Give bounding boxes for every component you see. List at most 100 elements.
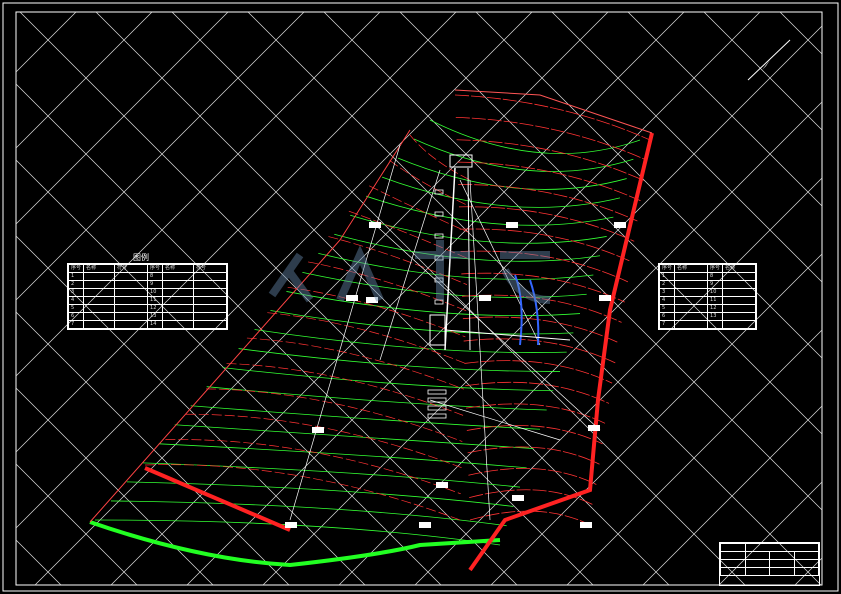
legend-header-cell: 序号 (67, 264, 85, 273)
contour-line (465, 403, 606, 425)
legend-cell (722, 312, 757, 321)
contour-line (270, 310, 574, 335)
legend-cell: 5 (658, 304, 676, 313)
title-block-cell (769, 559, 795, 568)
survey-line (429, 399, 561, 441)
legend-cell: 1 (658, 272, 676, 281)
legend-cell (674, 304, 709, 313)
title-block-cell (769, 567, 795, 576)
legend-left-table: 序号 名称 符号 序号 名称 符号 1 8 2 9 3 10 4 11 5 12 6 13 7 14 (67, 264, 228, 329)
legend-cell (707, 320, 724, 329)
grid-line (15, 11, 153, 149)
legend-cell: 12 (707, 304, 724, 313)
legend-cell: 8 (147, 272, 164, 281)
grid-line (323, 11, 823, 511)
legend-cell (674, 296, 709, 305)
legend-cell (83, 304, 116, 313)
survey-marker (512, 495, 524, 501)
ore-pass (429, 314, 446, 346)
grid-line (490, 253, 823, 586)
legend-cell (722, 304, 757, 313)
survey-marker (479, 295, 491, 301)
legend-cell (114, 280, 149, 289)
legend-header-cell: 名称 (162, 264, 195, 273)
legend-cell: 10 (707, 288, 724, 297)
survey-marker (369, 222, 381, 228)
legend-cell: 4 (658, 296, 676, 305)
legend-cell: 14 (147, 320, 164, 329)
legend-right: 序号 名称 序号 名称 1 8 2 9 3 10 4 11 5 12 6 13 7 (658, 263, 758, 330)
legend-cell (162, 288, 195, 297)
grid-line (551, 11, 823, 283)
legend-cell: 2 (658, 280, 676, 289)
legend-cell (83, 272, 116, 281)
legend-cell (162, 320, 195, 329)
survey-marker (580, 522, 592, 528)
legend-header-cell: 序号 (707, 264, 724, 273)
legend-cell (162, 296, 195, 305)
grid-line (703, 11, 823, 131)
survey-marker (419, 522, 431, 528)
contour-line (206, 386, 547, 411)
legend-cell (193, 272, 228, 281)
legend-cell (114, 296, 149, 305)
legend-header-cell: 符号 (193, 264, 228, 273)
contour-line (429, 119, 641, 154)
legend-cell: 11 (707, 296, 724, 305)
title-block-cell (720, 567, 746, 576)
legend-header-cell: 序号 (147, 264, 164, 273)
pit-boundary-lines (89, 89, 654, 572)
title-block-cell (744, 567, 771, 576)
legend-cell (162, 304, 195, 313)
legend-header-cell: 名称 (83, 264, 116, 273)
grid-line (15, 463, 138, 586)
legend-cell: 3 (67, 288, 85, 297)
level-station (434, 189, 444, 195)
legend-cell (114, 320, 149, 329)
watermark-stroke (268, 252, 314, 303)
title-block-scale (793, 559, 820, 568)
legend-cell (162, 272, 195, 281)
contour-line (165, 439, 461, 495)
title-block-cell (793, 551, 820, 560)
survey-marker (614, 222, 626, 228)
legend-left: 序号 名称 符号 序号 名称 符号 1 8 2 9 3 10 4 11 5 12 6 13 7 14 (67, 263, 229, 330)
legend-cell: 2 (67, 280, 85, 289)
grid-line (399, 11, 823, 435)
legend-cell (83, 312, 116, 321)
legend-cell: 6 (658, 312, 676, 321)
legend-cell (114, 288, 149, 297)
contour-line (458, 184, 638, 222)
level-station (427, 389, 447, 395)
title-block-cell (744, 559, 771, 568)
legend-header-cell: 名称 (722, 264, 757, 273)
legend-cell (193, 296, 228, 305)
legend-cell: 3 (658, 288, 676, 297)
legend-cell (722, 280, 757, 289)
legend-cell (83, 280, 116, 289)
contour-line (463, 338, 616, 364)
legend-cell (722, 320, 757, 329)
survey-marker (346, 295, 358, 301)
legend-cell: 9 (147, 280, 164, 289)
legend-cell (674, 312, 709, 321)
legend-cell: 1 (67, 272, 85, 281)
grid-line (15, 539, 62, 586)
survey-marker (285, 522, 297, 528)
survey-marker (506, 222, 518, 228)
legend-header-cell: 名称 (674, 264, 709, 273)
blue-line (529, 279, 540, 346)
title-block-cell (793, 567, 820, 576)
legend-cell (114, 272, 149, 281)
legend-cell: 7 (67, 320, 85, 329)
title-block-title (745, 543, 819, 552)
legend-cell (193, 320, 228, 329)
survey-marker (436, 482, 448, 488)
contour-line (158, 443, 527, 469)
legend-cell (722, 296, 757, 305)
legend-cell: 8 (707, 272, 724, 281)
pit-structures (427, 154, 571, 419)
legend-cell (193, 288, 228, 297)
legend-cell (162, 280, 195, 289)
survey-line (469, 179, 491, 521)
